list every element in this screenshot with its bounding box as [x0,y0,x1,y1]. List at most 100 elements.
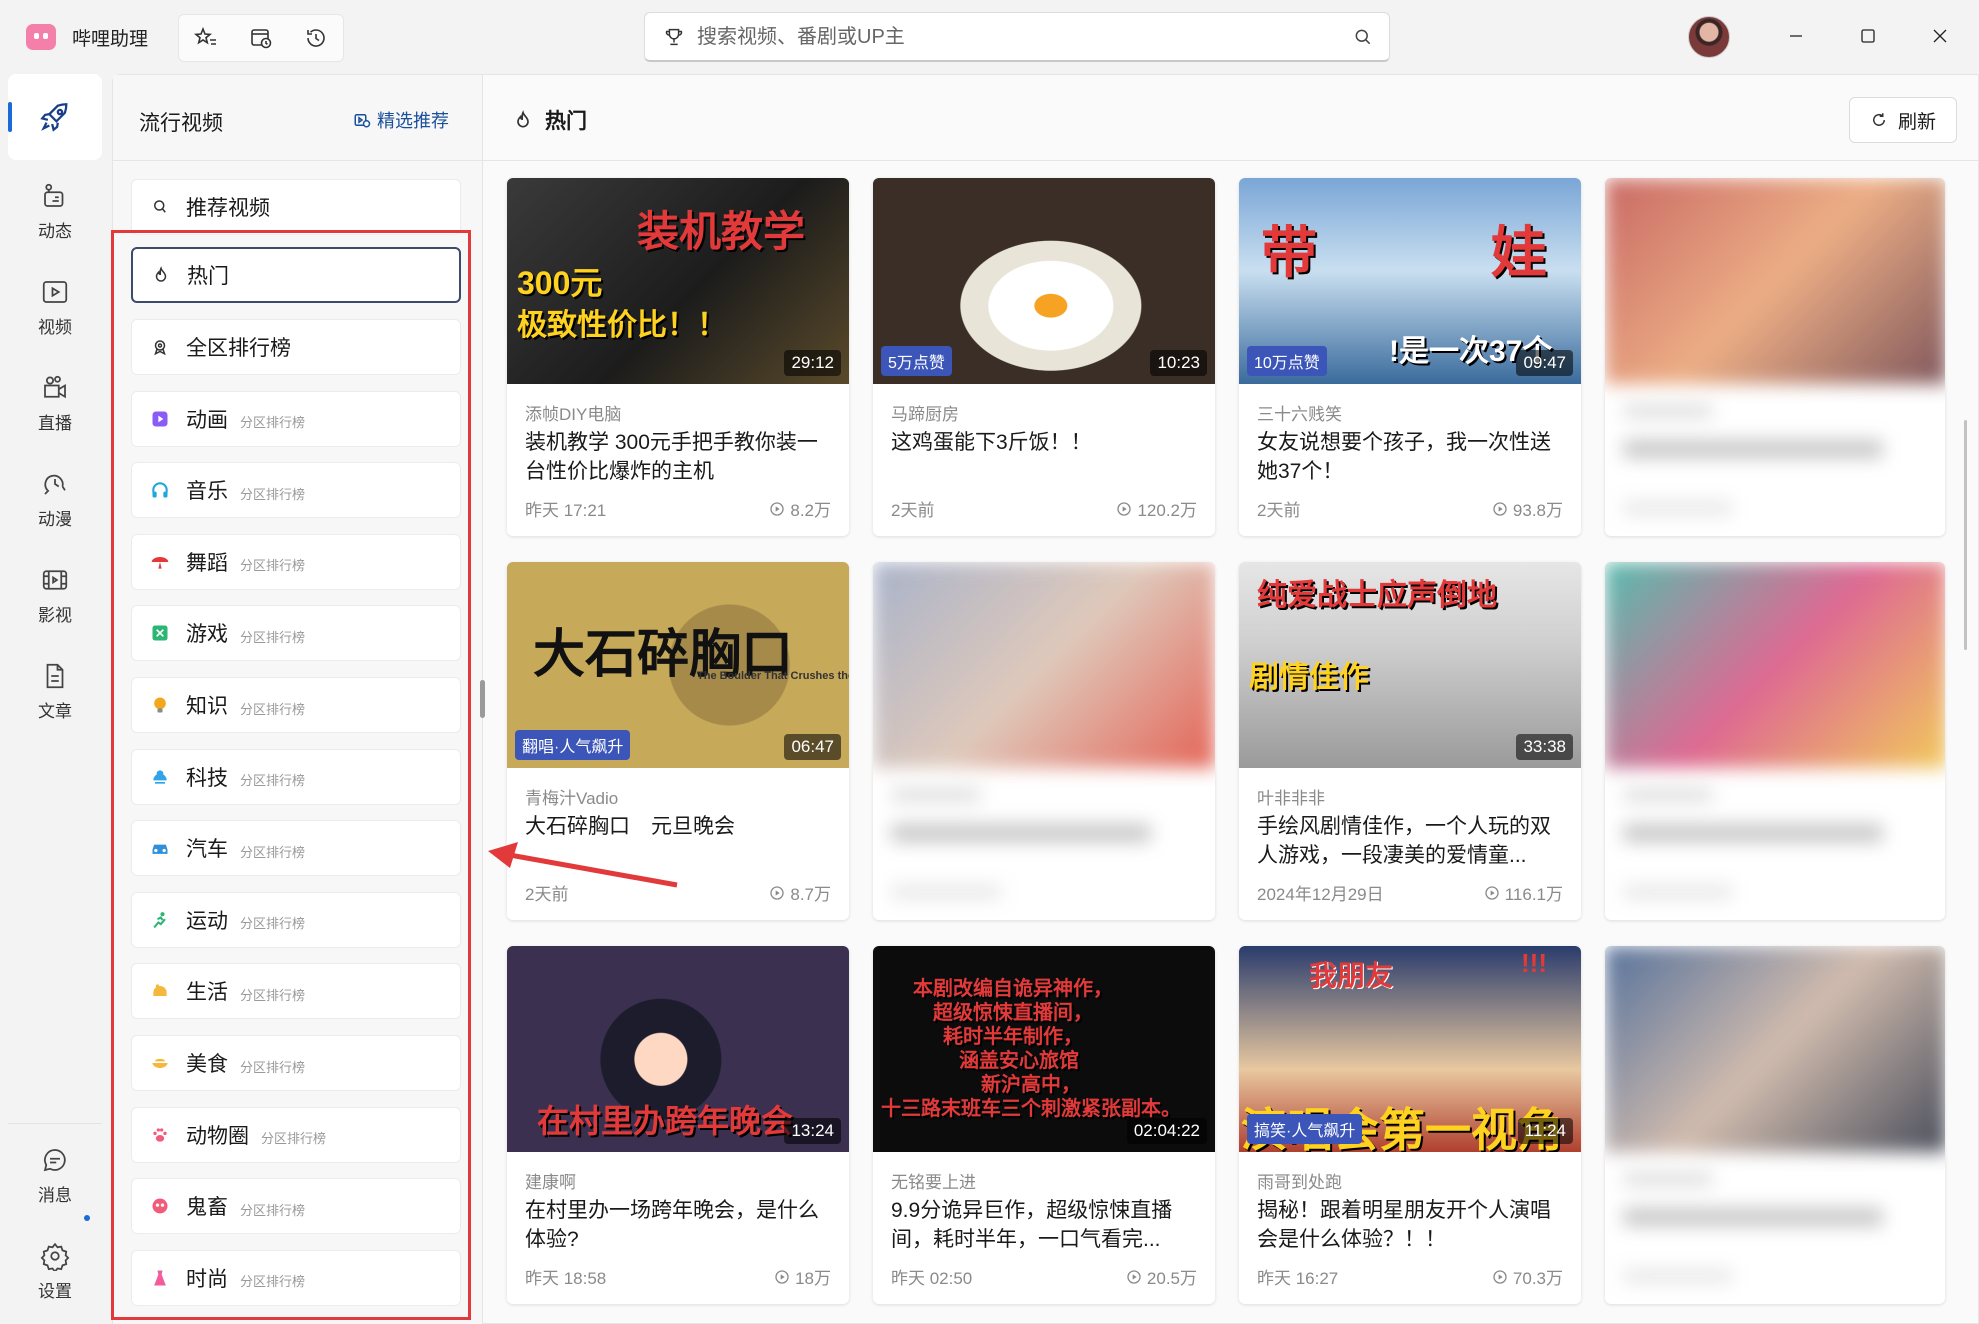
rail-label: 动态 [38,221,72,241]
category-item[interactable]: 鬼畜 分区排行榜 [131,1178,461,1235]
video-title[interactable]: 女友说想要个孩子，我一次性送她37个！ [1257,428,1567,486]
user-avatar[interactable] [1688,16,1730,58]
video-thumbnail[interactable]: 大石碎胸口The Boulder That Crushes the Breast… [507,562,849,768]
video-author[interactable]: 无铭要上进 [891,1168,976,1193]
rail-item-live[interactable]: 直播 [8,360,102,446]
video-title[interactable]: 揭秘！跟着明星朋友开个人演唱会是什么体验？！！ [1257,1196,1567,1254]
search-icon[interactable] [1353,27,1373,47]
video-thumbnail[interactable]: 装机教学 300元 极致性价比！！ 29:12 [507,178,849,384]
content-title: 热门 [513,105,587,135]
video-author[interactable]: 青梅汁Vadio [525,784,618,809]
video-card-blurred[interactable] [1605,946,1945,1304]
category-item[interactable]: 游戏 分区排行榜 [131,605,461,662]
video-date: 2天前 [1257,501,1301,520]
hot-search-icon[interactable] [663,26,685,48]
video-thumbnail[interactable] [873,562,1215,768]
category-item[interactable]: 音乐 分区排行榜 [131,462,461,519]
video-thumbnail[interactable]: 纯爱战士应声倒地 剧情佳作 33:38 [1239,562,1581,768]
rail-label: 文章 [38,701,72,721]
category-item[interactable]: 知识 分区排行榜 [131,677,461,733]
video-title[interactable]: 在村里办一场跨年晚会，是什么体验? [525,1196,835,1254]
maximize-button[interactable] [1848,18,1888,54]
category-item-ranking[interactable]: 全区排行榜 [131,319,461,375]
video-thumbnail[interactable] [1605,562,1945,768]
video-card[interactable]: 本剧改编自诡异神作， 超级惊悚直播间， 耗时半年制作， 涵盖安心旅馆 新沪高中， 十三路末… [873,946,1215,1304]
featured-link[interactable]: 精选推荐 [353,107,449,133]
video-thumbnail[interactable]: 在村里办跨年晚会 13:24 [507,946,849,1152]
message-icon [43,1148,66,1171]
video-author[interactable]: 添帧DIY电脑 [525,400,621,425]
video-title[interactable]: 装机教学 300元手把手教你装一台性价比爆炸的主机 [525,428,835,486]
category-item[interactable]: 美食 分区排行榜 [131,1035,461,1091]
video-author[interactable]: 建康啊 [525,1168,576,1193]
favorites-button[interactable] [179,15,234,61]
author-placeholder [1623,1172,1713,1186]
category-item-recommended[interactable]: 推荐视频 [131,179,461,235]
video-views: 120.2万 [1116,496,1197,521]
category-item[interactable]: 运动 分区排行榜 [131,891,461,948]
rail-item-video[interactable]: 视频 [8,264,102,350]
close-button[interactable] [1920,18,1960,54]
category-item[interactable]: 时尚 分区排行榜 [131,1249,461,1306]
rail-item-settings[interactable]: 设置 [8,1228,102,1314]
rail-item-popular[interactable] [8,74,102,160]
category-sublabel: 分区排行榜 [240,1274,306,1290]
video-thumbnail[interactable]: 本剧改编自诡异神作， 超级惊悚直播间， 耗时半年制作， 涵盖安心旅馆 新沪高中， 十三路末… [873,946,1215,1152]
video-duration: 09:47 [1516,350,1573,376]
video-card[interactable]: 纯爱战士应声倒地 剧情佳作 33:38 叶非非非手绘风剧情佳作，一个人玩的双人游戏，一… [1239,562,1581,920]
category-item[interactable]: 舞蹈 分区排行榜 [131,533,461,590]
watch-later-button[interactable] [234,15,289,61]
video-author[interactable]: 雨哥到处跑 [1257,1168,1342,1193]
category-label: 知识 [186,695,228,718]
car-icon [150,838,170,858]
category-item[interactable]: 科技 分区排行榜 [131,748,461,805]
rail-item-film[interactable]: 影视 [8,552,102,638]
video-card[interactable]: 5万点赞 10:23 马蹄厨房 这鸡蛋能下3斤饭！！ 2天前 120.2万 [873,178,1215,536]
minimize-button[interactable] [1776,18,1816,54]
title-placeholder [1623,824,1883,842]
rail-item-article[interactable]: 文章 [8,648,102,734]
panel-splitter[interactable] [480,680,485,718]
video-thumbnail[interactable] [1605,946,1945,1152]
video-card[interactable]: 装机教学 300元 极致性价比！！ 29:12 添帧DIY电脑装机教学 300元手把手教… [507,178,849,536]
video-card[interactable]: 带娃 !是一次37个 10万点赞 09:47 三十六贱笑女友说想要个孩子，我一次性送她3… [1239,178,1581,536]
video-thumbnail[interactable]: 我朋友!!! 演唱会第一视角 搞笑·人气飙升 11:24 [1239,946,1581,1152]
video-author[interactable]: 马蹄厨房 [891,400,959,425]
video-views: 116.1万 [1484,880,1563,905]
category-item[interactable]: 汽车 分区排行榜 [131,820,461,877]
video-card-blurred[interactable] [1605,562,1945,920]
video-card[interactable]: 我朋友!!! 演唱会第一视角 搞笑·人气飙升 11:24 雨哥到处跑揭秘！跟着明星朋友开… [1239,946,1581,1304]
search-input[interactable] [697,21,1297,53]
rail-item-anime[interactable]: 动漫 [8,456,102,542]
content-scrollbar[interactable] [1964,420,1967,650]
rail-item-messages[interactable]: 消息 [8,1132,102,1218]
video-title[interactable]: 手绘风剧情佳作，一个人玩的双人游戏，一段凄美的爱情童... [1257,812,1567,870]
title-toolbar [178,14,344,62]
paw-icon [150,1125,170,1145]
refresh-button[interactable]: 刷新 [1849,97,1957,143]
history-button[interactable] [288,15,343,61]
film-icon [42,569,68,590]
category-item[interactable]: 生活 分区排行榜 [131,963,461,1020]
rail-item-dynamic[interactable]: 动态 [8,168,102,254]
video-author[interactable]: 叶非非非 [1257,784,1325,809]
video-title[interactable]: 大石碎胸口 元旦晚会 [525,812,835,841]
author-placeholder [1623,404,1713,418]
video-thumbnail[interactable]: 5万点赞 10:23 [873,178,1215,384]
category-item-hot[interactable]: 热门 [131,247,461,303]
thumbnail-caption: 在村里办跨年晚会 [537,1103,794,1139]
watch-later-icon [251,29,272,49]
thumbnail-caption: 我朋友 [1309,960,1394,991]
live-icon [44,375,66,398]
video-author[interactable]: 三十六贱笑 [1257,400,1342,425]
video-card[interactable]: 在村里办跨年晚会 13:24 建康啊 在村里办一场跨年晚会，是什么体验? 昨天 18:5… [507,946,849,1304]
video-card-blurred[interactable] [1605,178,1945,536]
video-thumbnail[interactable]: 带娃 !是一次37个 10万点赞 09:47 [1239,178,1581,384]
video-thumbnail[interactable] [1605,178,1945,384]
video-title[interactable]: 9.9分诡异巨作，超级惊悚直播间，耗时半年，一口气看完... [891,1196,1201,1254]
video-card-blurred[interactable] [873,562,1215,920]
category-label: 运动 [186,909,228,933]
category-item[interactable]: 动物圈 分区排行榜 [131,1106,461,1163]
video-title[interactable]: 这鸡蛋能下3斤饭！！ [891,428,1201,457]
category-item[interactable]: 动画 分区排行榜 [131,390,461,447]
